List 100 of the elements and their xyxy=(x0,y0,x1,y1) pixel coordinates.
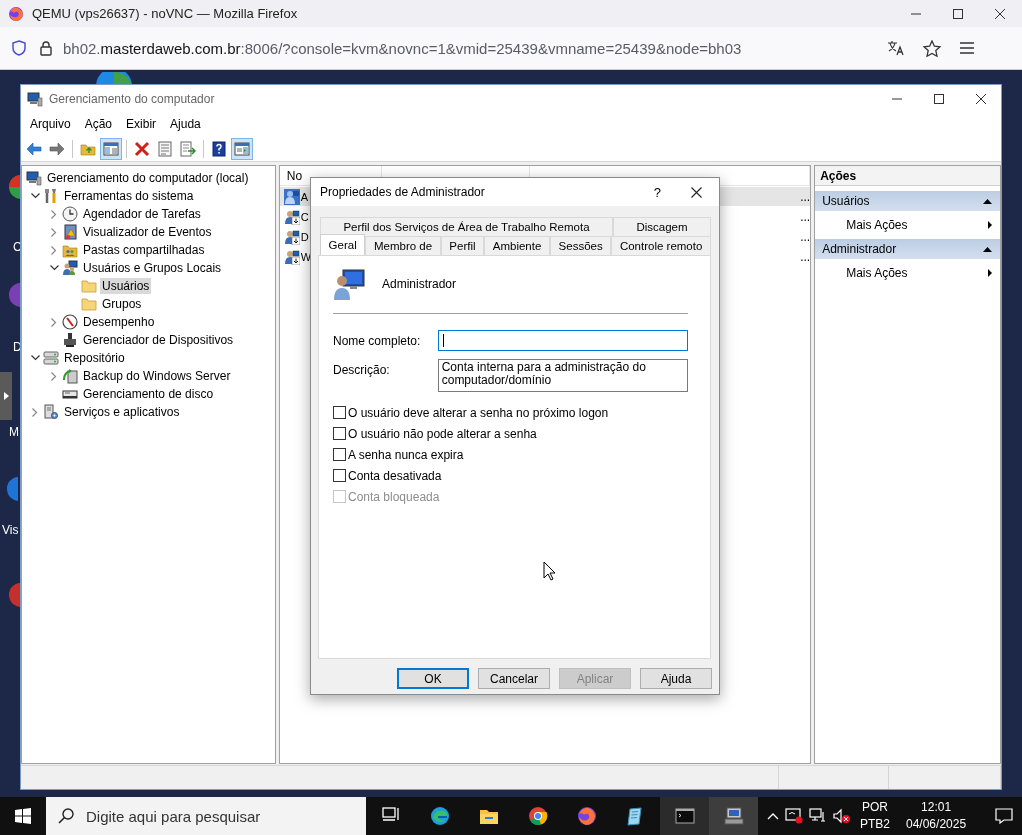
tree-item[interactable]: Gerenciamento de disco xyxy=(81,386,216,402)
checkbox-label: A senha nunca expira xyxy=(348,447,464,462)
translate-icon[interactable] xyxy=(887,40,905,56)
close-icon[interactable] xyxy=(994,7,1006,20)
window-title: Gerenciamento do computador xyxy=(49,91,216,106)
terminal-icon xyxy=(674,806,695,826)
input-field[interactable] xyxy=(437,330,688,351)
checkbox-label: Conta bloqueada xyxy=(348,489,440,504)
lock-icon[interactable] xyxy=(39,40,53,56)
star-icon[interactable] xyxy=(923,39,941,57)
tree-item[interactable]: Backup do Windows Server xyxy=(81,368,233,384)
tree-item[interactable]: Visualizador de Eventos xyxy=(81,224,214,240)
toolbar-button[interactable] xyxy=(100,137,122,160)
desktop-icon-label: M xyxy=(9,425,19,439)
table-cell-text: ... xyxy=(799,209,811,224)
tab[interactable]: Geral xyxy=(320,234,366,255)
menu-item[interactable]: Exibir xyxy=(119,114,164,134)
user-computer-icon xyxy=(333,268,365,300)
dialog-title: Propriedades de Administrador xyxy=(320,185,486,199)
properties-icon xyxy=(157,140,173,157)
section-header[interactable]: Administrador xyxy=(815,239,1000,259)
windows-logo-icon xyxy=(15,808,31,824)
tree-item[interactable]: Usuários e Grupos Locais xyxy=(81,260,224,276)
users-icon xyxy=(62,260,78,276)
computer-icon xyxy=(723,806,744,826)
tree-item[interactable]: Gerenciador de Dispositivos xyxy=(81,332,236,348)
checkbox[interactable] xyxy=(333,406,346,419)
tab[interactable]: Perfil xyxy=(440,236,485,255)
export-list-icon xyxy=(180,140,196,157)
maximize-icon[interactable] xyxy=(952,7,964,20)
tree-item[interactable]: Agendador de Tarefas xyxy=(81,206,203,222)
search-field[interactable]: Digite aqui para pesquisar xyxy=(46,797,366,835)
tab[interactable]: Ambiente xyxy=(484,236,550,255)
window-title: QEMU (vps26637) - noVNC — Mozilla Firefox xyxy=(32,6,299,21)
close-icon[interactable] xyxy=(975,92,987,105)
chevron-up-icon[interactable] xyxy=(767,812,779,820)
menu-item[interactable]: Ação xyxy=(77,114,120,134)
table-cell-text: ... xyxy=(799,249,811,264)
shield-icon[interactable] xyxy=(11,40,27,56)
close-icon[interactable] xyxy=(691,186,702,198)
display-alert-icon[interactable] xyxy=(785,808,803,824)
field-label: Descrição: xyxy=(333,362,391,379)
menu-item[interactable]: Ajuda xyxy=(163,114,208,134)
arrow-right-icon xyxy=(49,140,65,157)
search-icon xyxy=(58,808,74,824)
action-item[interactable]: Mais Ações xyxy=(815,211,1000,239)
text-area[interactable]: Conta interna para a administração do computador/domínio xyxy=(437,359,688,392)
mouse-pointer-icon xyxy=(543,561,556,581)
tree-item[interactable]: Repositório xyxy=(62,350,127,366)
checkbox[interactable] xyxy=(333,469,346,482)
tree-item[interactable]: Gerenciamento do computador (local) xyxy=(45,170,251,186)
delete-icon xyxy=(134,140,150,157)
dialog-button[interactable]: Cancelar xyxy=(478,668,550,689)
notification-icon[interactable] xyxy=(995,808,1014,824)
fox-globe-icon xyxy=(8,5,24,22)
action-item[interactable]: Mais Ações xyxy=(815,259,1000,287)
dialog-button[interactable]: Ajuda xyxy=(640,668,712,689)
tab[interactable]: Controle remoto xyxy=(611,236,711,255)
tab[interactable]: Discagem xyxy=(613,217,711,236)
computer-icon xyxy=(27,90,43,107)
checkbox[interactable] xyxy=(333,448,346,461)
gauge-icon xyxy=(62,314,78,330)
menu-item[interactable]: Arquivo xyxy=(23,114,78,134)
arrow-left-icon xyxy=(26,140,42,157)
sidebar-handle[interactable] xyxy=(0,372,12,420)
tab[interactable]: Perfil dos Serviços de Área de Trabalho Remota xyxy=(320,217,613,236)
action-pane-icon xyxy=(234,140,250,157)
field-label: Nome completo: xyxy=(333,333,422,350)
clock[interactable]: 12:01 04/06/2025 xyxy=(903,799,970,833)
table-cell-text: ... xyxy=(799,229,811,244)
speaker-muted-icon[interactable] xyxy=(833,808,851,824)
checkbox-label: Conta desativada xyxy=(348,468,442,483)
tree-item[interactable]: Pastas compartilhadas xyxy=(81,242,207,258)
language-indicator[interactable]: POR PTB2 xyxy=(857,799,893,833)
help-icon xyxy=(211,140,227,157)
help-button[interactable]: ? xyxy=(653,184,661,200)
tab[interactable]: Sessões xyxy=(549,236,612,255)
storage-icon xyxy=(43,350,59,366)
submenu-arrow-icon xyxy=(988,269,992,277)
checkbox[interactable] xyxy=(333,427,346,440)
maximize-icon[interactable] xyxy=(933,92,945,105)
menu-icon[interactable] xyxy=(959,41,975,55)
ring-logo-icon xyxy=(527,806,548,826)
tree-pane-icon xyxy=(103,140,119,157)
shared-folder-icon xyxy=(62,242,78,258)
section-header[interactable]: Usuários xyxy=(815,191,1000,211)
tree-item[interactable]: Ferramentas do sistema xyxy=(62,188,196,204)
dialog-button[interactable]: OK xyxy=(397,668,469,689)
tree-item[interactable]: Grupos xyxy=(100,296,144,312)
folder-icon xyxy=(81,278,97,294)
taskbar-button[interactable] xyxy=(660,797,709,835)
tree-item[interactable]: Serviços e aplicativos xyxy=(62,404,182,420)
log-icon xyxy=(62,224,78,240)
tools-icon xyxy=(43,188,59,204)
tree-item[interactable]: Desempenho xyxy=(81,314,157,330)
network-icon[interactable] xyxy=(809,808,827,824)
toolbar-button[interactable] xyxy=(231,137,253,160)
tree-item[interactable]: Usuários xyxy=(100,278,152,294)
tab[interactable]: Membro de xyxy=(365,236,441,255)
clock-icon xyxy=(62,206,78,222)
